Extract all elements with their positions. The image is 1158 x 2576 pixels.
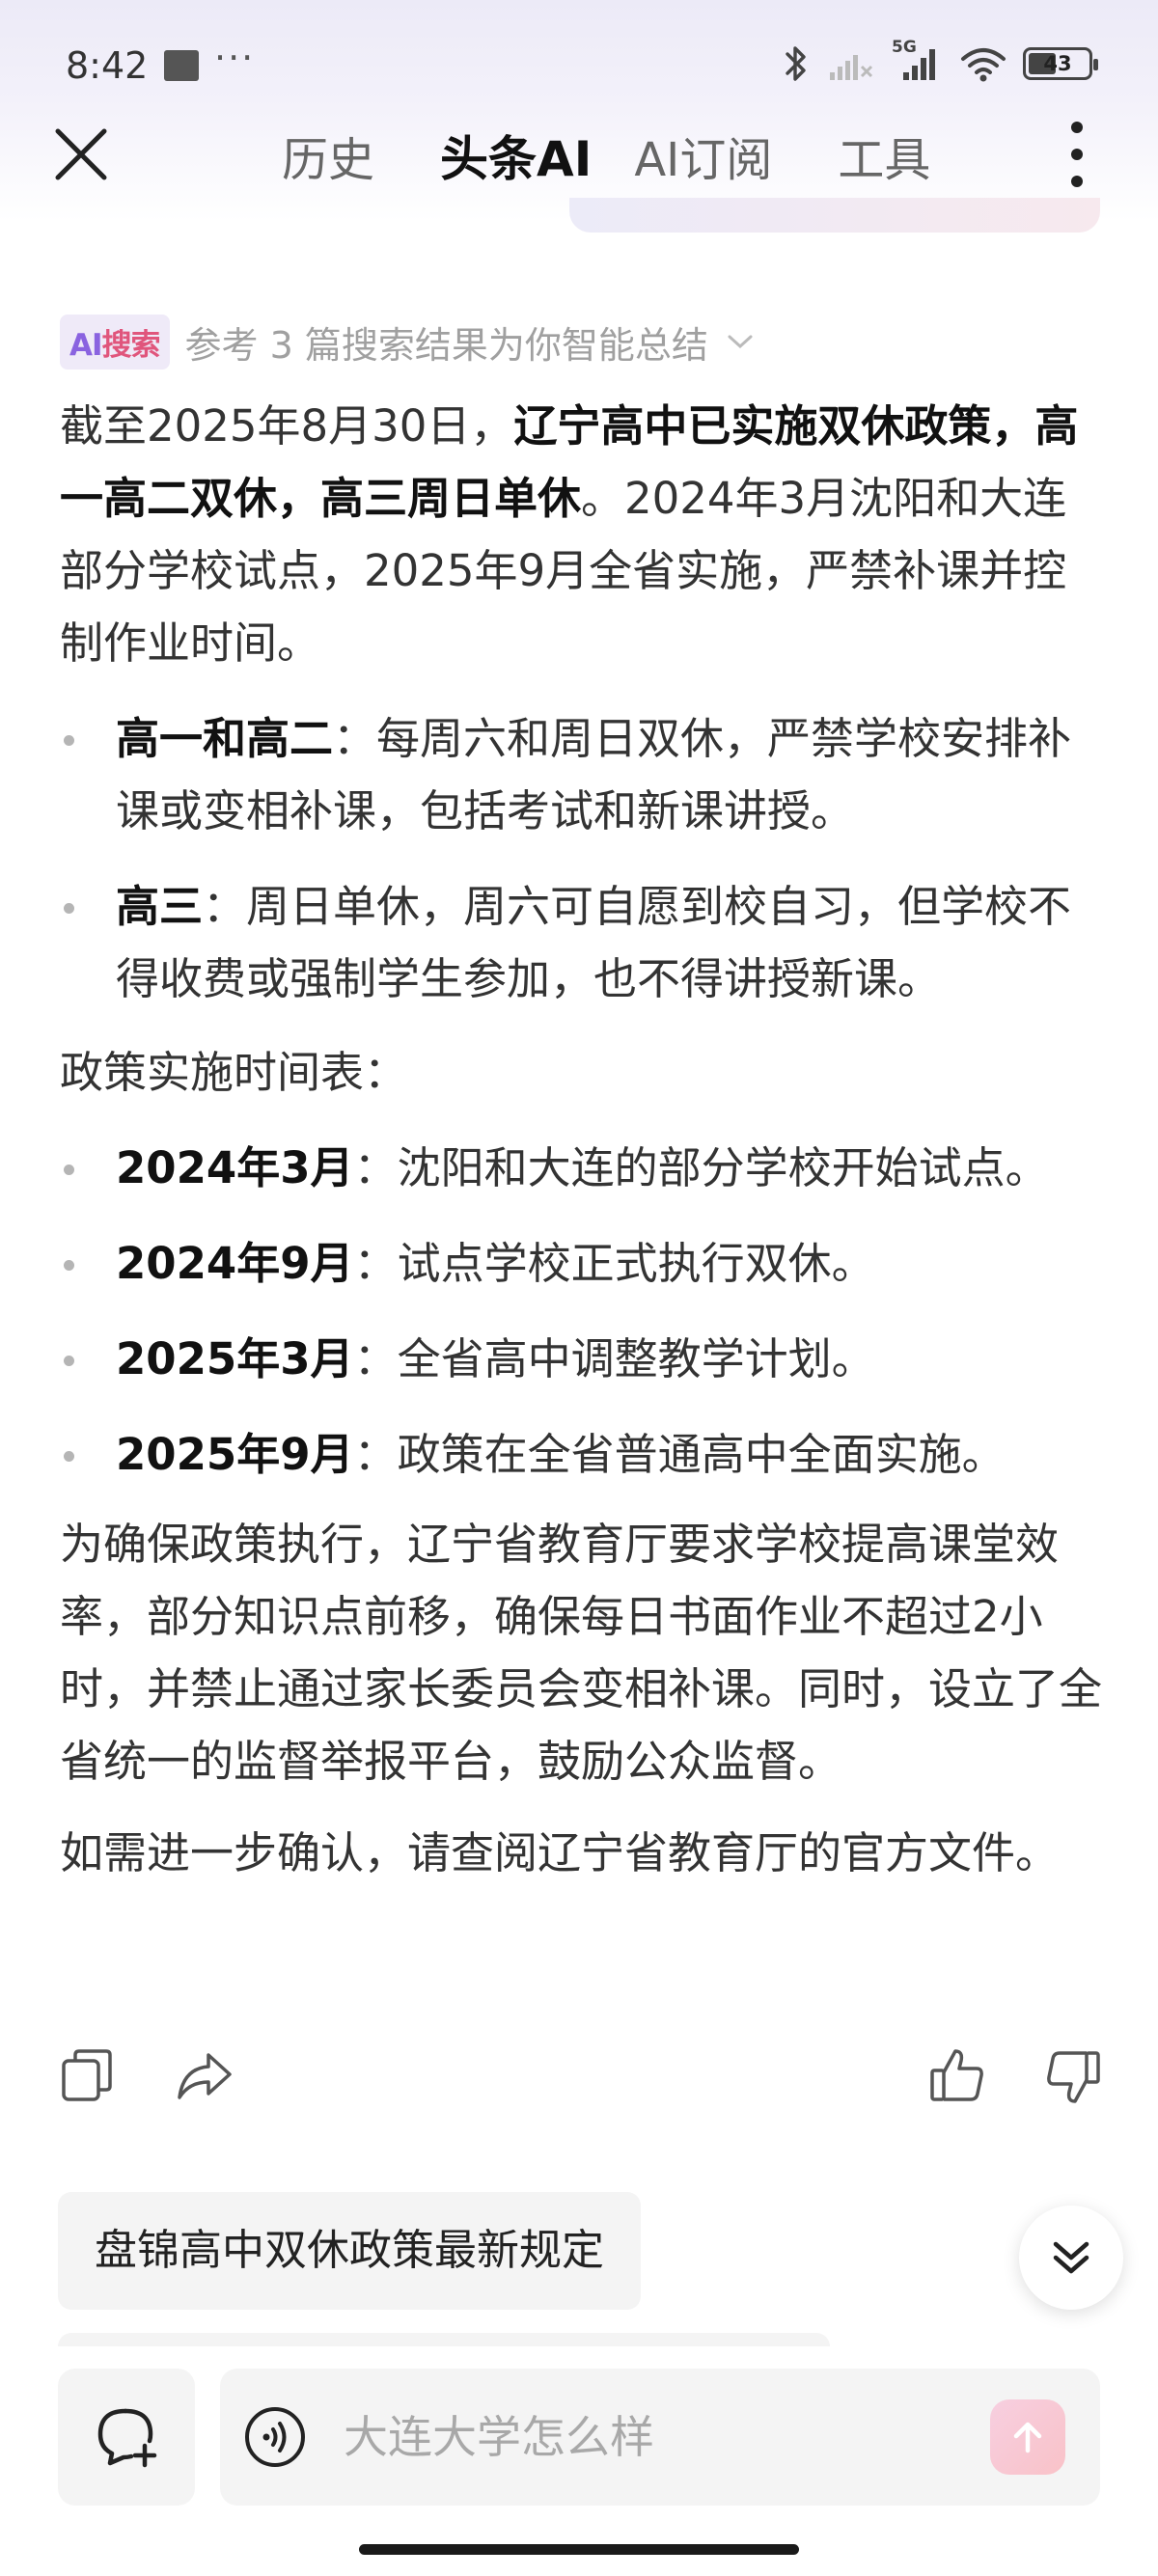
new-chat-icon	[97, 2408, 157, 2468]
chevron-down-icon[interactable]	[726, 332, 755, 351]
new-chat-button[interactable]	[58, 2369, 195, 2506]
ai-answer: AI搜索 参考 3 篇搜索结果为你智能总结 截至2025年8月30日，辽宁高中已…	[60, 311, 1102, 1889]
list-item: 2025年3月：全省高中调整教学计划。	[60, 1323, 1102, 1395]
tab-ai-subscription[interactable]: AI订阅	[634, 122, 772, 189]
voice-input-icon[interactable]	[243, 2405, 307, 2469]
arrow-up-icon	[1013, 2422, 1042, 2453]
source-summary: 参考 3 篇搜索结果为你智能总结	[184, 323, 708, 367]
timeline-list: 2024年3月：沈阳和大连的部分学校开始试点。 2024年9月：试点学校正式执行…	[60, 1132, 1102, 1491]
chat-input[interactable]	[344, 2369, 961, 2506]
send-button[interactable]	[990, 2399, 1065, 2475]
thumbs-down-icon[interactable]	[1042, 2045, 1104, 2107]
scroll-to-bottom-button[interactable]	[1019, 2206, 1123, 2310]
more-options-icon[interactable]	[1065, 122, 1089, 187]
home-indicator[interactable]	[359, 2544, 799, 2555]
more-notifications-icon: ···	[214, 37, 256, 79]
list-item: 2025年9月：政策在全省普通高中全面实施。	[60, 1418, 1102, 1491]
suggested-question[interactable]: 盘锦高中双休政策最新规定	[58, 2192, 641, 2310]
battery-level: 43	[1043, 52, 1072, 75]
share-icon[interactable]	[174, 2045, 235, 2107]
list-item: 2024年9月：试点学校正式执行双休。	[60, 1227, 1102, 1300]
tab-bar: 历史 头条AI AI订阅 工具	[282, 122, 996, 189]
ai-source-row[interactable]: AI搜索 参考 3 篇搜索结果为你智能总结	[60, 311, 1102, 372]
tab-tools[interactable]: 工具	[838, 122, 930, 189]
tab-history[interactable]: 历史	[282, 122, 374, 189]
enforcement-paragraph: 为确保政策执行，辽宁省教育厅要求学校提高课堂效率，部分知识点前移，确保每日书面作…	[60, 1519, 1103, 1787]
battery-icon: 43	[1023, 47, 1098, 80]
top-nav: 历史 头条AI AI订阅 工具	[0, 106, 1158, 203]
status-time: 8:42	[66, 44, 149, 87]
wifi-icon	[961, 48, 1006, 82]
timeline-heading: 政策实施时间表：	[60, 1047, 408, 1098]
suggested-question-partial[interactable]	[58, 2333, 830, 2346]
answer-actions	[0, 2045, 1158, 2123]
status-icons: 5G 43	[782, 38, 1098, 85]
notification-icon	[164, 50, 199, 81]
copy-icon[interactable]	[58, 2045, 120, 2107]
double-chevron-down-icon	[1053, 2241, 1089, 2274]
list-item: 高三：周日单休，周六可自愿到校自习，但学校不得收费或强制学生参加，也不得讲授新课…	[60, 870, 1102, 1015]
signal-off-icon	[830, 55, 873, 80]
bluetooth-icon	[786, 46, 806, 81]
answer-intro: 截至2025年8月30日，辽宁高中已实施双休政策，高一高二双休，高三周日单休。2…	[60, 400, 1079, 669]
grade-policy-list: 高一和高二：每周六和周日双休，严禁学校安排补课或变相补课，包括考试和新课讲授。 …	[60, 702, 1102, 1015]
chat-input-box	[220, 2369, 1100, 2506]
thumbs-up-icon[interactable]	[926, 2045, 988, 2107]
list-item: 高一和高二：每周六和周日双休，严禁学校安排补课或变相补课，包括考试和新课讲授。	[60, 702, 1102, 847]
signal-5g-icon: 5G	[892, 38, 944, 84]
ai-search-badge: AI搜索	[60, 314, 170, 370]
tab-toutiao-ai[interactable]: 头条AI	[440, 121, 592, 190]
closing-paragraph: 如需进一步确认，请查阅辽宁省教育厅的官方文件。	[60, 1827, 1060, 1878]
close-icon[interactable]	[50, 123, 112, 185]
list-item: 2024年3月：沈阳和大连的部分学校开始试点。	[60, 1132, 1102, 1204]
previous-message-bubble	[569, 198, 1100, 233]
